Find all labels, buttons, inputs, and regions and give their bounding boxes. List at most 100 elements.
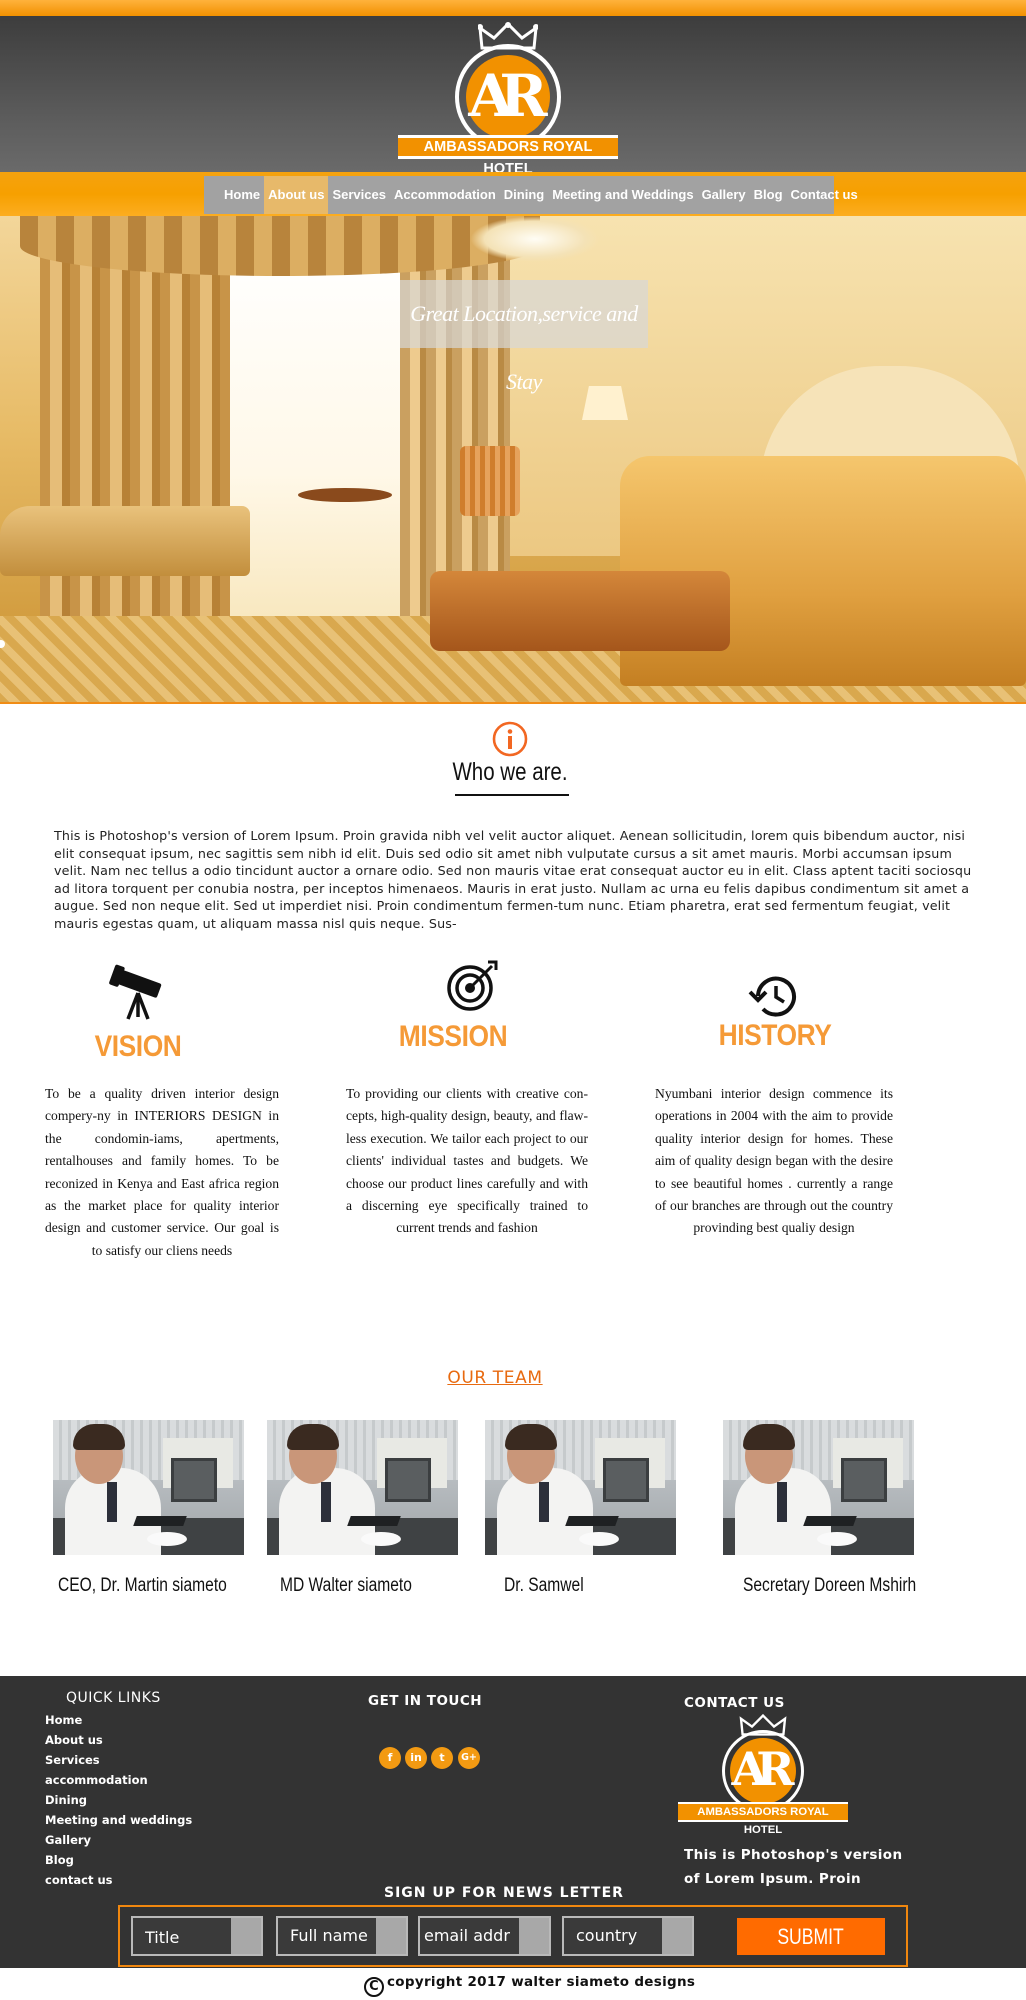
about-paragraph: This is Photoshop's version of Lorem Ips… [54, 828, 972, 931]
mission-text: To providing our clients with creative c… [346, 1086, 588, 1236]
team-member-photo[interactable] [485, 1420, 676, 1555]
quick-link-blog[interactable]: Blog [45, 1850, 192, 1870]
title-field-placeholder: Title [145, 1928, 180, 1947]
twitter-icon[interactable]: t [431, 1747, 453, 1769]
photo-keyboard [133, 1516, 187, 1526]
photo-hair [505, 1424, 557, 1450]
title-field[interactable]: Title [131, 1916, 263, 1956]
copyright: Ccopyright 2017 walter siameto designs [364, 1974, 695, 1997]
photo-hair [743, 1424, 795, 1450]
field-dropdown-handle[interactable] [662, 1918, 692, 1954]
photo-monitor [841, 1458, 887, 1502]
field-dropdown-handle[interactable] [231, 1918, 261, 1954]
google-plus-icon[interactable]: G+ [458, 1747, 480, 1769]
nav-item-contact-us[interactable]: Contact us [787, 176, 862, 214]
photo-plate [579, 1532, 619, 1546]
site-logo[interactable]: AR AMBASSADORS ROYAL HOTEL [398, 22, 618, 177]
quick-link-home[interactable]: Home [45, 1710, 192, 1730]
logo-monogram: AR [468, 62, 547, 130]
email-field[interactable]: email addr [418, 1916, 551, 1956]
section-title-who-we-are: Who we are. [452, 758, 568, 786]
hero-curtain-left [40, 216, 230, 656]
history-icon [748, 976, 796, 1017]
field-side-block [519, 1918, 549, 1954]
quick-link-about-us[interactable]: About us [45, 1730, 192, 1750]
quick-link-gallery[interactable]: Gallery [45, 1830, 192, 1850]
nav-item-services[interactable]: Services [328, 176, 390, 214]
hero-chaise [0, 506, 250, 576]
quick-link-contact-us[interactable]: contact us [45, 1870, 192, 1890]
full-name-field[interactable]: Full name [276, 1916, 408, 1956]
copyright-icon: C [364, 1977, 384, 1997]
team-member-name: CEO, Dr. Martin siameto [58, 1575, 227, 1596]
photo-hair [73, 1424, 125, 1450]
nav-item-blog[interactable]: Blog [750, 176, 787, 214]
hero-caption: Great Location,service and Stay [410, 301, 638, 394]
mission-title: MISSION [398, 1020, 508, 1053]
facebook-icon[interactable]: f [379, 1747, 401, 1769]
photo-plate [817, 1532, 857, 1546]
nav-item-accommodation[interactable]: Accommodation [390, 176, 500, 214]
vision-text: To be a quality driven interior design c… [45, 1086, 279, 1258]
hero-bench [430, 571, 730, 651]
photo-tie [321, 1482, 331, 1522]
quick-link-dining[interactable]: Dining [45, 1790, 192, 1810]
team-member-name: MD Walter siameto [280, 1575, 412, 1596]
team-member-photo[interactable] [723, 1420, 914, 1555]
vision-title: VISION [94, 1030, 182, 1063]
team-member-name: Dr. Samwel [504, 1575, 584, 1596]
photo-hair [287, 1424, 339, 1450]
footer-about-line: This is Photoshop's version [684, 1847, 903, 1863]
quick-link-meeting-weddings[interactable]: Meeting and weddings [45, 1810, 192, 1830]
hero-lamp [582, 386, 628, 420]
logo-text: AMBASSADORS ROYAL HOTEL [697, 1806, 829, 1836]
history-title: HISTORY [718, 1019, 832, 1052]
hero-table [298, 488, 392, 502]
linkedin-icon[interactable]: in [405, 1747, 427, 1769]
photo-tie [539, 1482, 549, 1522]
info-icon [492, 721, 528, 757]
telescope-icon [109, 964, 162, 1020]
team-member-photo[interactable] [267, 1420, 458, 1555]
footer-about-text: This is Photoshop's version of Lorem Ips… [684, 1843, 924, 1891]
photo-tie [777, 1482, 787, 1522]
photo-monitor [171, 1458, 217, 1502]
top-accent-strip [0, 0, 1026, 16]
nav-item-home[interactable]: Home [220, 176, 264, 214]
submit-label: SUBMIT [777, 1924, 845, 1949]
logo-monogram: AR [731, 1742, 795, 1796]
nav-item-meeting-weddings[interactable]: Meeting and Weddings [548, 176, 697, 214]
photo-plate [147, 1532, 187, 1546]
quick-link-accommodation[interactable]: accommodation [45, 1770, 192, 1790]
hero-chandelier [470, 216, 600, 262]
history-text: Nyumbani interior design commence its op… [655, 1086, 893, 1236]
photo-keyboard [803, 1516, 857, 1526]
title-underline [455, 794, 569, 796]
nav-item-gallery[interactable]: Gallery [698, 176, 750, 214]
team-member-name: Secretary Doreen Mshirh [743, 1575, 917, 1596]
email-placeholder: email addr [424, 1926, 510, 1945]
full-name-placeholder: Full name [290, 1926, 368, 1945]
team-member-photo[interactable] [53, 1420, 244, 1555]
nav-item-about-us[interactable]: About us [264, 176, 329, 214]
photo-keyboard [565, 1516, 619, 1526]
hero-divider [0, 702, 1026, 704]
country-placeholder: country [576, 1926, 638, 1945]
photo-tie [107, 1482, 117, 1522]
country-field[interactable]: country [562, 1916, 694, 1956]
hero-chair [460, 446, 520, 516]
footer-about-line: of Lorem Ipsum. Proin [684, 1871, 861, 1887]
target-icon [447, 960, 498, 1011]
photo-keyboard [347, 1516, 401, 1526]
copyright-text: copyright 2017 walter siameto designs [387, 1974, 696, 1990]
main-nav: Home About us Services Accommodation Din… [204, 176, 858, 214]
submit-button[interactable]: SUBMIT [737, 1918, 885, 1955]
hero-valance [20, 216, 540, 276]
contact-us-title: CONTACT US [684, 1695, 785, 1711]
newsletter-title: SIGN UP FOR NEWS LETTER [384, 1885, 624, 1901]
nav-item-dining[interactable]: Dining [500, 176, 548, 214]
field-side-block [376, 1918, 406, 1954]
footer-logo[interactable]: AR AMBASSADORS ROYAL HOTEL [678, 1714, 848, 1836]
quick-link-services[interactable]: Services [45, 1750, 192, 1770]
quick-links-list: Home About us Services accommodation Din… [45, 1710, 192, 1890]
